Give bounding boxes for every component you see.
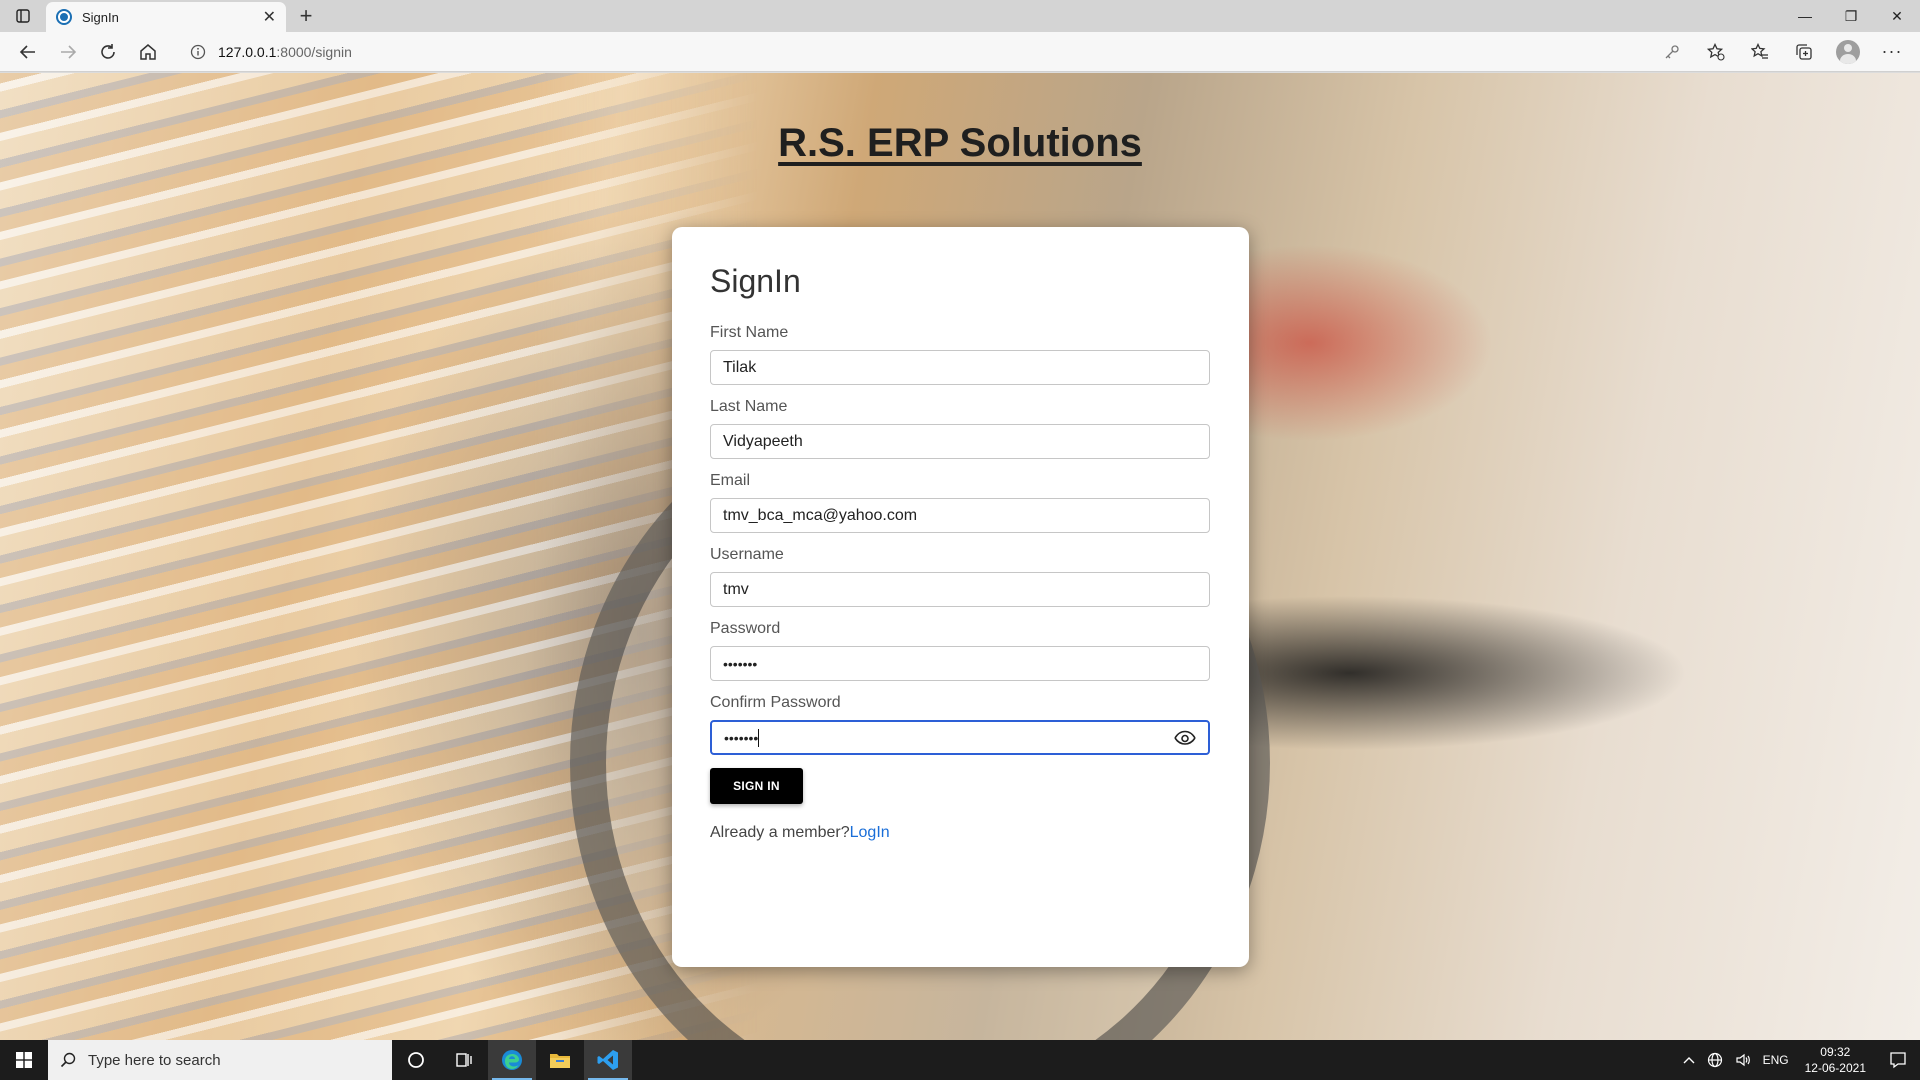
password-key-button[interactable] (1652, 36, 1692, 68)
username-input[interactable]: tmv (710, 572, 1210, 607)
site-brand-heading: R.S. ERP Solutions (778, 121, 1142, 165)
clock-time: 09:32 (1820, 1045, 1851, 1059)
reveal-password-eye-icon[interactable] (1174, 730, 1196, 746)
profile-button[interactable] (1828, 36, 1868, 68)
home-icon (140, 43, 156, 60)
edge-browser-icon (502, 1050, 522, 1070)
first-name-field: First Name Tilak (710, 324, 1211, 385)
vscode-icon (597, 1050, 618, 1070)
star-add-icon (1707, 42, 1725, 61)
confirm-password-input[interactable]: ••••••• (710, 720, 1210, 755)
signin-title: SignIn (710, 263, 801, 299)
windows-taskbar: Type here to search ENG 09:32 12-06-2021 (0, 1040, 1920, 1080)
confirm-password-masked-value: ••••••• (724, 729, 759, 746)
username-field: Username tmv (710, 546, 1211, 607)
last-name-value: Vidyapeeth (723, 432, 803, 450)
signin-submit-button[interactable]: SIGN IN (710, 768, 803, 804)
home-button[interactable] (128, 36, 168, 68)
back-button[interactable] (8, 36, 48, 68)
password-input[interactable]: ••••••• (710, 646, 1210, 681)
window-controls: — ❐ ✕ (1782, 0, 1920, 32)
search-icon (60, 1052, 76, 1068)
minimize-icon[interactable]: — (1782, 0, 1828, 32)
cortana-button[interactable] (392, 1040, 440, 1080)
login-link[interactable]: LogIn (850, 824, 890, 841)
username-label: Username (710, 546, 784, 563)
toolbar-right-group: ··· (1652, 36, 1912, 68)
confirm-password-label: Confirm Password (710, 694, 841, 711)
email-input[interactable]: tmv_bca_mca@yahoo.com (710, 498, 1210, 533)
first-name-value: Tilak (723, 358, 757, 376)
favorites-icon (1751, 42, 1768, 59)
already-member-row: Already a member?LogIn (710, 824, 1211, 842)
back-arrow-icon (19, 44, 35, 59)
tab-actions-button[interactable] (0, 0, 46, 32)
email-value: tmv_bca_mca@yahoo.com (723, 506, 918, 524)
url-path: :8000/signin (276, 43, 352, 60)
site-info-icon[interactable] (190, 44, 206, 60)
favorites-button[interactable] (1740, 36, 1780, 68)
collections-button[interactable] (1784, 36, 1824, 68)
forward-arrow-icon (61, 44, 77, 59)
confirm-password-field: Confirm Password ••••••• (710, 694, 1211, 755)
new-tab-button[interactable]: + (286, 0, 326, 32)
notification-icon (1890, 1052, 1906, 1069)
collections-icon (1796, 43, 1812, 60)
profile-avatar-icon (1836, 39, 1860, 64)
folder-icon (550, 1054, 570, 1068)
password-label: Password (710, 620, 781, 637)
more-icon: ··· (1881, 41, 1903, 61)
last-name-label: Last Name (710, 398, 788, 415)
clock-date: 12-06-2021 (1804, 1061, 1866, 1075)
key-icon (1665, 44, 1679, 58)
add-favorite-button[interactable] (1696, 36, 1736, 68)
browser-tab-bar: SignIn ✕ + — ❐ ✕ (0, 0, 1920, 32)
tab-close-icon[interactable]: ✕ (263, 7, 276, 27)
refresh-icon (101, 43, 115, 59)
tab-actions-icon (16, 9, 30, 23)
refresh-button[interactable] (88, 36, 128, 68)
last-name-field: Last Name Vidyapeeth (710, 398, 1211, 459)
last-name-input[interactable]: Vidyapeeth (710, 424, 1210, 459)
email-field: Email tmv_bca_mca@yahoo.com (710, 472, 1211, 533)
page-viewport: R.S. ERP Solutions SignIn First Name Til… (0, 73, 1920, 1040)
search-placeholder: Type here to search (88, 1051, 221, 1069)
first-name-label: First Name (710, 324, 789, 341)
password-field: Password ••••••• (710, 620, 1211, 681)
taskbar-edge-app[interactable] (488, 1040, 536, 1080)
language-indicator[interactable]: ENG (1757, 1053, 1795, 1067)
system-clock[interactable]: 09:32 12-06-2021 (1795, 1044, 1876, 1076)
restore-icon[interactable]: ❐ (1828, 0, 1874, 32)
taskbar-vscode-app[interactable] (584, 1040, 632, 1080)
taskbar-file-explorer-app[interactable] (536, 1040, 584, 1080)
url-host: 127.0.0.1 (218, 43, 277, 60)
system-tray: ENG 09:32 12-06-2021 (1677, 1040, 1920, 1080)
start-button[interactable] (0, 1040, 48, 1080)
forward-button[interactable] (48, 36, 88, 68)
action-center-button[interactable] (1876, 1051, 1920, 1069)
tab-title: SignIn (82, 9, 119, 25)
taskbar-search-box[interactable]: Type here to search (48, 1040, 392, 1080)
close-window-icon[interactable]: ✕ (1874, 0, 1920, 32)
volume-icon[interactable] (1729, 1052, 1757, 1068)
tray-overflow-chevron-icon[interactable] (1677, 1055, 1701, 1065)
more-menu-button[interactable]: ··· (1872, 36, 1912, 68)
password-masked-value: ••••••• (723, 655, 758, 672)
cortana-circle-icon (408, 1052, 424, 1068)
task-view-button[interactable] (440, 1040, 488, 1080)
windows-logo-icon (16, 1052, 32, 1068)
username-value: tmv (723, 580, 749, 598)
email-label: Email (710, 472, 751, 489)
task-view-icon (456, 1053, 472, 1067)
signin-card: SignIn First Name Tilak Last Name Vidyap… (672, 227, 1249, 967)
url-text: 127.0.0.1:8000/signin (218, 44, 1630, 60)
first-name-input[interactable]: Tilak (710, 350, 1210, 385)
address-bar[interactable]: 127.0.0.1:8000/signin (176, 36, 1644, 68)
network-globe-icon[interactable] (1701, 1052, 1729, 1068)
already-member-text: Already a member? (710, 824, 850, 841)
browser-toolbar: 127.0.0.1:8000/signin ··· (0, 32, 1920, 72)
favicon-icon (56, 9, 72, 25)
browser-tab[interactable]: SignIn ✕ (46, 2, 286, 32)
text-caret (758, 728, 760, 747)
